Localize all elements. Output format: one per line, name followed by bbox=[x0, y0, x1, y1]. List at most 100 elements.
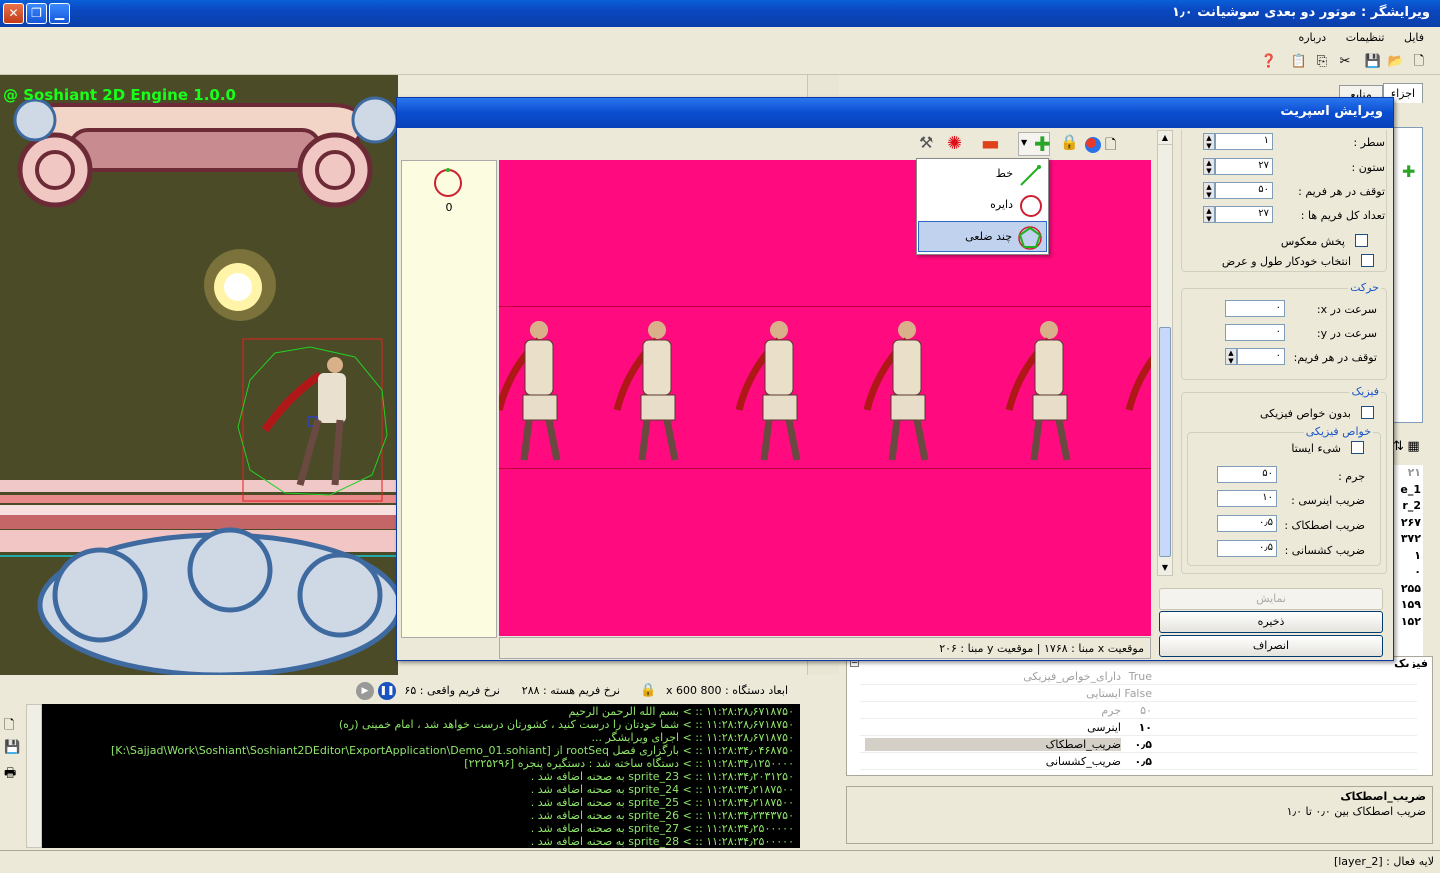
property-row[interactable]: اینرسی ۱۰ bbox=[860, 719, 1417, 736]
tools-icon[interactable]: ⚒ bbox=[919, 133, 933, 152]
sprite-frames bbox=[499, 310, 1151, 470]
line-icon bbox=[1020, 165, 1041, 186]
mass-input[interactable]: ۵۰ bbox=[1217, 466, 1277, 483]
shape-menu-circle[interactable]: دایره bbox=[918, 190, 1047, 221]
property-value[interactable]: ۰٫۵ bbox=[860, 755, 1156, 768]
inertia-input[interactable]: ۱۰ bbox=[1217, 490, 1277, 507]
save-log-icon[interactable]: 💾 bbox=[4, 740, 20, 755]
move-delay-spinner[interactable]: ▲ ▼ bbox=[1225, 348, 1237, 365]
row-input[interactable]: ۱ bbox=[1215, 133, 1273, 150]
shape-menu-line[interactable]: خط bbox=[918, 159, 1047, 190]
no-physics-checkbox[interactable] bbox=[1361, 406, 1374, 419]
lock-icon[interactable]: 🔒 bbox=[640, 683, 656, 698]
total-frames-spinner[interactable]: ▲ ▼ bbox=[1203, 206, 1215, 223]
close-button[interactable]: ✕ bbox=[3, 3, 24, 24]
auto-size-checkbox[interactable] bbox=[1361, 254, 1374, 267]
tree-panel: ✚ bbox=[1393, 127, 1423, 423]
open-folder-icon[interactable]: 📂 bbox=[1387, 53, 1405, 71]
frame-delay-input[interactable]: ۵۰ bbox=[1215, 182, 1273, 199]
main-toolbar: 🗋 📂 💾 ✂ ⎘ 📋 ❓ bbox=[0, 49, 1440, 75]
lock-icon[interactable]: 🔒 bbox=[1060, 133, 1079, 151]
sprite-properties: ▲ ▼ سطر : ▲ ▼ ۱ ستون : ▲ ▼ ۲۷ توقف در هر ف… bbox=[1155, 130, 1391, 576]
shape-menu-polygon[interactable]: چند ضلعی bbox=[918, 221, 1047, 252]
friction-input[interactable]: ۰٫۵ bbox=[1217, 515, 1277, 532]
total-frames-label: تعداد کل فریم ها : bbox=[1300, 209, 1385, 222]
property-value[interactable]: ۵۰ bbox=[860, 704, 1156, 717]
no-physics-label: بدون خواص فیزیکی bbox=[1259, 407, 1351, 420]
scroll-down-icon[interactable]: ▼ bbox=[1158, 561, 1172, 575]
property-row[interactable]: ضریب_اصطکاک ۰٫۵ bbox=[860, 736, 1417, 753]
column-input[interactable]: ۲۷ bbox=[1215, 158, 1273, 175]
color-picker-icon[interactable] bbox=[1083, 135, 1103, 155]
mass-label: جرم : bbox=[1338, 470, 1365, 483]
side-value: ۳۷۲ bbox=[1400, 532, 1421, 545]
status-bar: لایه فعال : [layer_2] bbox=[0, 850, 1440, 873]
restore-button[interactable]: ❐ bbox=[26, 3, 47, 24]
pause-icon[interactable]: ❚❚ bbox=[378, 682, 396, 700]
cut-icon[interactable]: ✂ bbox=[1336, 53, 1354, 71]
cancel-button[interactable]: انصراف bbox=[1159, 635, 1383, 657]
core-fps-label: نرخ فریم هسته : bbox=[543, 684, 620, 697]
help-icon[interactable]: ❓ bbox=[1260, 53, 1278, 71]
property-row[interactable]: ایستایی False bbox=[860, 685, 1417, 702]
property-row[interactable]: جرم ۵۰ bbox=[860, 702, 1417, 719]
property-value[interactable]: ۰٫۵ bbox=[860, 738, 1156, 751]
reverse-play-checkbox[interactable] bbox=[1355, 234, 1368, 247]
row-spinner[interactable]: ▲ ▼ bbox=[1203, 133, 1215, 150]
side-value: ۰ bbox=[1414, 565, 1421, 578]
new-page-icon[interactable]: 🗋 bbox=[1105, 134, 1123, 154]
remove-icon[interactable]: ▬ bbox=[981, 133, 1001, 154]
property-value[interactable]: False bbox=[860, 687, 1156, 700]
add-icon[interactable]: ✚ bbox=[1402, 162, 1415, 181]
console-scrollbar[interactable] bbox=[26, 704, 42, 848]
console-line: ۱۱:۲۸:۳۴٫۲۱۸۷۵۰۰ :: > sprite_24 به صحنه … bbox=[530, 783, 794, 796]
new-log-icon[interactable]: 🗋 bbox=[4, 716, 14, 738]
save-button[interactable]: ذخیره bbox=[1159, 611, 1383, 633]
console-line: ۱۱:۲۸:۳۴٫۲۰۳۱۲۵۰ :: > sprite_23 به صحنه … bbox=[530, 770, 794, 783]
static-object-label: شیء ایستا bbox=[1291, 442, 1341, 455]
sort-icon[interactable]: ⇅ bbox=[1393, 439, 1404, 454]
burst-icon[interactable]: ✺ bbox=[947, 133, 962, 154]
frame-list[interactable]: 0 bbox=[401, 160, 497, 638]
save-icon[interactable]: 💾 bbox=[1364, 53, 1382, 71]
property-value[interactable]: True bbox=[860, 670, 1156, 683]
scroll-up-icon[interactable]: ▲ bbox=[1158, 131, 1172, 145]
menu-settings[interactable]: تنظیمات bbox=[1338, 27, 1393, 48]
frame-delay-spinner[interactable]: ▲ ▼ bbox=[1203, 182, 1215, 199]
minimize-button[interactable]: ▁ bbox=[49, 3, 70, 24]
props-scrollbar[interactable]: ▲ ▼ bbox=[1157, 130, 1173, 576]
grid-icon[interactable]: ▦ bbox=[1407, 439, 1419, 454]
static-object-checkbox[interactable] bbox=[1351, 441, 1364, 454]
side-value: ۱ bbox=[1414, 548, 1421, 562]
property-value[interactable]: ۱۰ bbox=[860, 721, 1156, 734]
device-size-value: 800 x 600 bbox=[665, 684, 722, 697]
menu-about[interactable]: درباره bbox=[1290, 27, 1334, 48]
side-value: r_2 bbox=[1402, 499, 1421, 512]
show-button[interactable]: نمایش bbox=[1159, 588, 1383, 610]
paste-icon[interactable]: 📋 bbox=[1290, 53, 1308, 71]
property-row[interactable]: دارای_خواص_فیزیکی True bbox=[860, 668, 1417, 685]
sprite-canvas[interactable] bbox=[499, 160, 1151, 636]
copy-icon[interactable]: ⎘ bbox=[1313, 53, 1331, 71]
restitution-input[interactable]: ۰٫۵ bbox=[1217, 540, 1277, 557]
property-row[interactable]: ضریب_کشسانی ۰٫۵ bbox=[860, 753, 1417, 770]
print-icon[interactable]: 🖶 bbox=[4, 764, 16, 786]
play-icon[interactable]: ▶ bbox=[356, 682, 374, 700]
console-line: ۱۱:۲۸:۳۴٫۱۲۵۰۰۰۰ :: > دستگاه ساخته شد : … bbox=[464, 757, 794, 770]
move-delay-input[interactable]: ۰ bbox=[1237, 348, 1285, 365]
new-file-icon[interactable]: 🗋 bbox=[1410, 53, 1428, 71]
column-spinner[interactable]: ▲ ▼ bbox=[1203, 158, 1215, 175]
scene-viewport[interactable]: @ Soshiant 2D Engine 1.0.0 bbox=[0, 75, 398, 675]
console-line: ۱۱:۲۸:۲۸٫۶۷۱۸۷۵۰ :: > شما خودتان را درست… bbox=[338, 718, 794, 731]
add-shape-dropdown[interactable]: ✚ ▼ bbox=[1018, 132, 1051, 156]
total-frames-input[interactable]: ۲۷ bbox=[1215, 206, 1273, 223]
speed-y-input[interactable]: ۰ bbox=[1225, 324, 1285, 341]
console-line: ۱۱:۲۸:۳۴٫۲۳۴۳۷۵۰ :: > sprite_26 به صحنه … bbox=[530, 809, 794, 822]
scroll-thumb[interactable] bbox=[1159, 327, 1171, 557]
speed-x-input[interactable]: ۰ bbox=[1225, 300, 1285, 317]
engine-overlay-text: @ Soshiant 2D Engine 1.0.0 bbox=[3, 86, 236, 104]
speed-x-label: سرعت در x: bbox=[1316, 303, 1377, 316]
title-bar: ✕ ❐ ▁ ویرایشگر : موتور دو بعدی سوشیانت ۱… bbox=[0, 0, 1440, 27]
menu-file[interactable]: فایل bbox=[1396, 27, 1432, 48]
console-log: ۱۱:۲۸:۲۸٫۶۷۱۸۷۵۰ :: > بسم الله الرحمن ال… bbox=[42, 704, 800, 848]
